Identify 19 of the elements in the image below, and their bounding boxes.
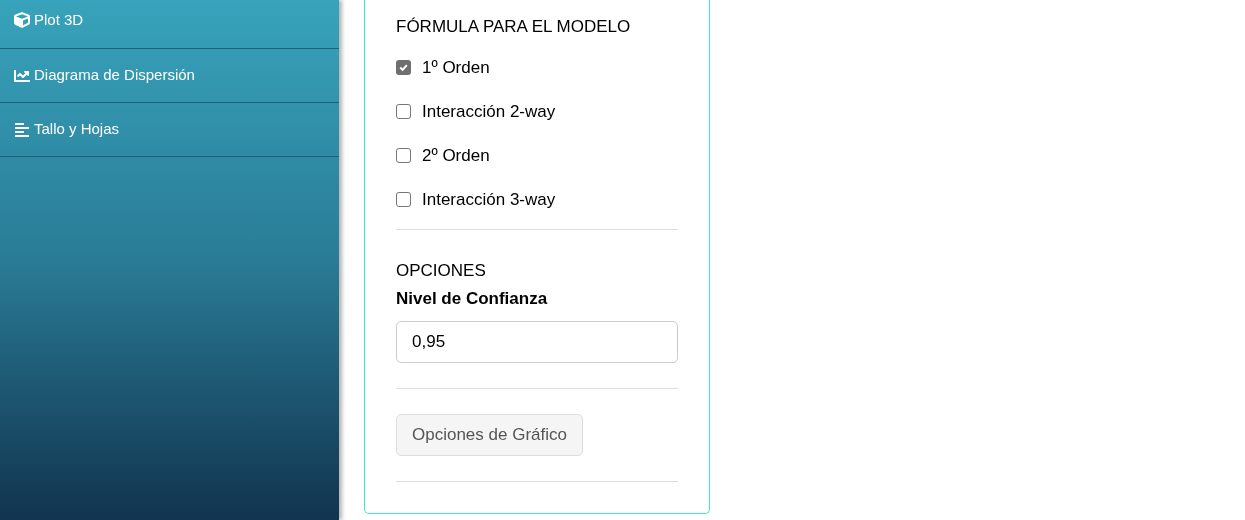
checkbox-label: 2º Orden (422, 144, 490, 167)
checkbox-label: Interacción 2-way (422, 100, 556, 123)
checkbox-label: 1º Orden (422, 56, 490, 79)
check-icon (398, 62, 409, 73)
checkbox[interactable] (396, 104, 411, 119)
sidebar-item[interactable]: Plot 3D (0, 0, 339, 49)
section-title: OPCIONES (396, 259, 487, 282)
checkbox[interactable] (396, 60, 411, 75)
align-left-icon (14, 121, 30, 138)
checkbox-label: Interacción 3-way (422, 188, 556, 211)
line-chart-icon (14, 67, 30, 84)
section-title: FÓRMULA PARA EL MODELO (396, 16, 632, 38)
sidebar-item[interactable]: Diagrama de Dispersión (0, 49, 339, 103)
sidebar-item[interactable]: Tallo y Hojas (0, 103, 339, 157)
checkbox[interactable] (396, 148, 411, 163)
checkbox[interactable] (396, 192, 411, 207)
field-label: Nivel de Confianza (396, 288, 549, 310)
cube-icon (14, 12, 30, 28)
input-field[interactable]: 0,95 (396, 320, 678, 363)
